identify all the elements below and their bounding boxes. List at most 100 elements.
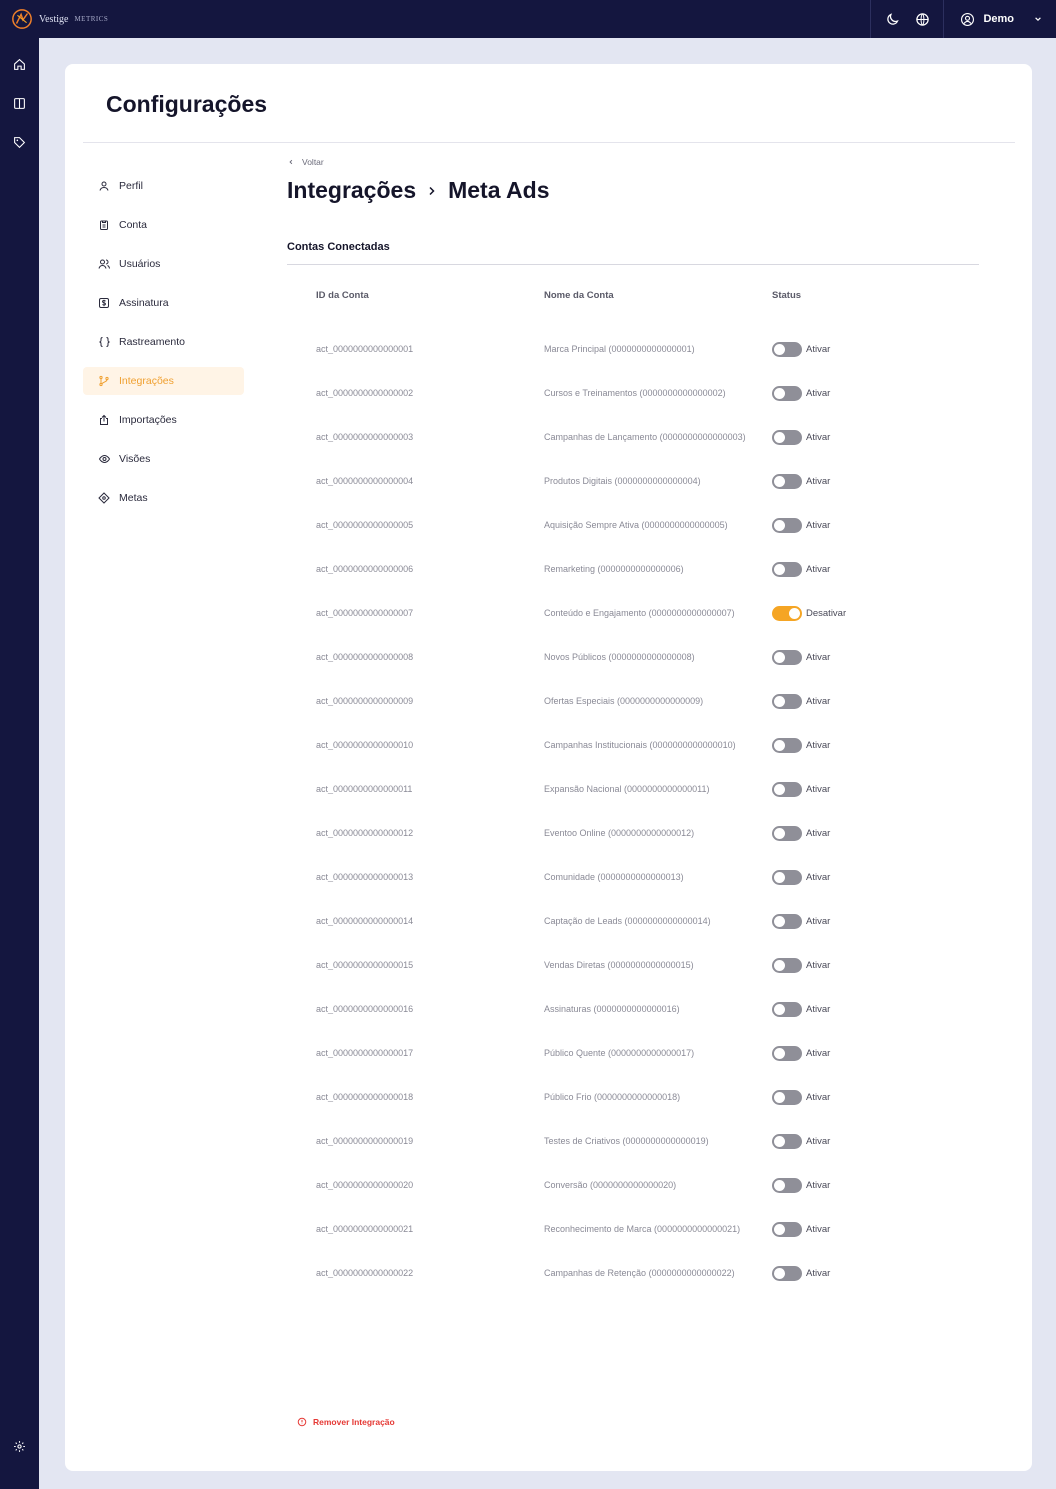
user-icon	[97, 179, 111, 193]
rail-tags-button[interactable]	[11, 134, 27, 150]
status-label: Ativar	[806, 739, 831, 751]
brand[interactable]: Vestige METRICS	[0, 8, 108, 30]
target-icon	[97, 491, 111, 505]
status-toggle[interactable]	[772, 781, 802, 797]
status-toggle[interactable]	[772, 605, 802, 621]
table-row: act_0000000000000009 Ofertas Especiais (0…	[316, 679, 916, 723]
language-button[interactable]	[907, 0, 937, 38]
status-toggle[interactable]	[772, 385, 802, 401]
account-id: act_0000000000000019	[316, 1136, 414, 1146]
account-name: Público Quente (0000000000000017)	[544, 1048, 695, 1058]
settings-card: Configurações Perfil Conta Usuários Assi…	[65, 64, 1032, 1471]
user-name: Demo	[983, 13, 1014, 25]
account-id: act_0000000000000021	[316, 1224, 414, 1234]
status-cell: Ativar	[772, 649, 916, 665]
status-cell: Ativar	[772, 1133, 916, 1149]
account-id: act_0000000000000001	[316, 344, 414, 354]
table-row: act_0000000000000004 Produtos Digitais (0…	[316, 459, 916, 503]
users-icon	[97, 257, 111, 271]
account-id: act_0000000000000011	[316, 784, 413, 794]
back-link[interactable]: Voltar	[288, 157, 324, 167]
account-name: Expansão Nacional (0000000000000011)	[544, 784, 710, 794]
chevron-right-icon	[428, 183, 436, 199]
status-toggle[interactable]	[772, 957, 802, 973]
nav-item-conta[interactable]: Conta	[83, 211, 244, 239]
nav-item-label: Visões	[119, 453, 151, 465]
upload-icon	[97, 413, 111, 427]
table-row: act_0000000000000022 Campanhas de Retençã…	[316, 1251, 916, 1295]
nav-item-metas[interactable]: Metas	[83, 484, 244, 512]
table-row: act_0000000000000021 Reconhecimento de Ma…	[316, 1207, 916, 1251]
account-id: act_0000000000000003	[316, 432, 414, 442]
status-toggle[interactable]	[772, 1221, 802, 1237]
status-cell: Ativar	[772, 1089, 916, 1105]
status-cell: Ativar	[772, 561, 916, 577]
nav-item-visoes[interactable]: Visões	[83, 445, 244, 473]
breadcrumb-integracoes[interactable]: Integrações	[287, 177, 416, 204]
status-label: Ativar	[806, 1179, 831, 1191]
status-toggle[interactable]	[772, 1089, 802, 1105]
column-header-status: Status	[772, 290, 802, 301]
table-row: act_0000000000000007 Conteúdo e Engajamen…	[316, 591, 916, 635]
status-toggle[interactable]	[772, 913, 802, 929]
status-label: Ativar	[806, 1047, 831, 1059]
account-id: act_0000000000000022	[316, 1268, 414, 1278]
status-toggle[interactable]	[772, 341, 802, 357]
nav-item-perfil[interactable]: Perfil	[83, 172, 244, 200]
status-toggle[interactable]	[772, 1133, 802, 1149]
table-row: act_0000000000000008 Novos Públicos (0000…	[316, 635, 916, 679]
nav-item-integracoes[interactable]: Integrações	[83, 367, 244, 395]
status-toggle[interactable]	[772, 473, 802, 489]
side-rail	[0, 38, 39, 1489]
table-row: act_0000000000000003 Campanhas de Lançame…	[316, 415, 916, 459]
alert-circle-icon	[297, 1417, 307, 1427]
account-id: act_0000000000000004	[316, 476, 414, 486]
rail-panel-button[interactable]	[11, 95, 27, 111]
user-menu[interactable]: Demo	[944, 0, 1056, 38]
braces-icon	[97, 335, 111, 349]
status-toggle[interactable]	[772, 1265, 802, 1281]
account-id: act_0000000000000013	[316, 872, 414, 882]
rail-home-button[interactable]	[11, 56, 27, 72]
remove-integration-button[interactable]: Remover Integração	[297, 1417, 395, 1427]
table-row: act_0000000000000013 Comunidade (00000000…	[316, 855, 916, 899]
back-label: Voltar	[302, 157, 324, 167]
status-cell: Ativar	[772, 1001, 916, 1017]
accounts-table: ID da Conta Nome da Conta Status act_000…	[316, 290, 916, 1281]
status-toggle[interactable]	[772, 429, 802, 445]
status-label: Ativar	[806, 1003, 831, 1015]
dark-mode-button[interactable]	[877, 0, 907, 38]
account-name: Remarketing (0000000000000006)	[544, 564, 684, 574]
account-name: Público Frio (0000000000000018)	[544, 1092, 681, 1102]
rail-settings-button[interactable]	[11, 1438, 27, 1454]
status-cell: Ativar	[772, 341, 916, 357]
status-toggle[interactable]	[772, 649, 802, 665]
settings-nav: Perfil Conta Usuários Assinatura Rastrea…	[83, 172, 244, 523]
status-toggle[interactable]	[772, 825, 802, 841]
status-toggle[interactable]	[772, 1001, 802, 1017]
status-label: Ativar	[806, 387, 831, 399]
status-toggle[interactable]	[772, 869, 802, 885]
account-name: Cursos e Treinamentos (0000000000000002)	[544, 388, 726, 398]
nav-item-rastreamento[interactable]: Rastreamento	[83, 328, 244, 356]
eye-icon	[97, 452, 111, 466]
account-name: Comunidade (0000000000000013)	[544, 872, 684, 882]
status-toggle[interactable]	[772, 1177, 802, 1193]
status-toggle[interactable]	[772, 1045, 802, 1061]
nav-item-usuarios[interactable]: Usuários	[83, 250, 244, 278]
nav-item-assinatura[interactable]: Assinatura	[83, 289, 244, 317]
status-label: Ativar	[806, 343, 831, 355]
status-cell: Ativar	[772, 385, 916, 401]
status-cell: Ativar	[772, 869, 916, 885]
status-toggle[interactable]	[772, 517, 802, 533]
account-name: Captação de Leads (0000000000000014)	[544, 916, 711, 926]
status-toggle[interactable]	[772, 737, 802, 753]
table-row: act_0000000000000006 Remarketing (0000000…	[316, 547, 916, 591]
account-name: Aquisição Sempre Ativa (0000000000000005…	[544, 520, 728, 530]
account-name: Vendas Diretas (0000000000000015)	[544, 960, 694, 970]
status-toggle[interactable]	[772, 693, 802, 709]
nav-item-importacoes[interactable]: Importações	[83, 406, 244, 434]
section-divider	[287, 264, 979, 265]
account-id: act_0000000000000006	[316, 564, 414, 574]
status-toggle[interactable]	[772, 561, 802, 577]
